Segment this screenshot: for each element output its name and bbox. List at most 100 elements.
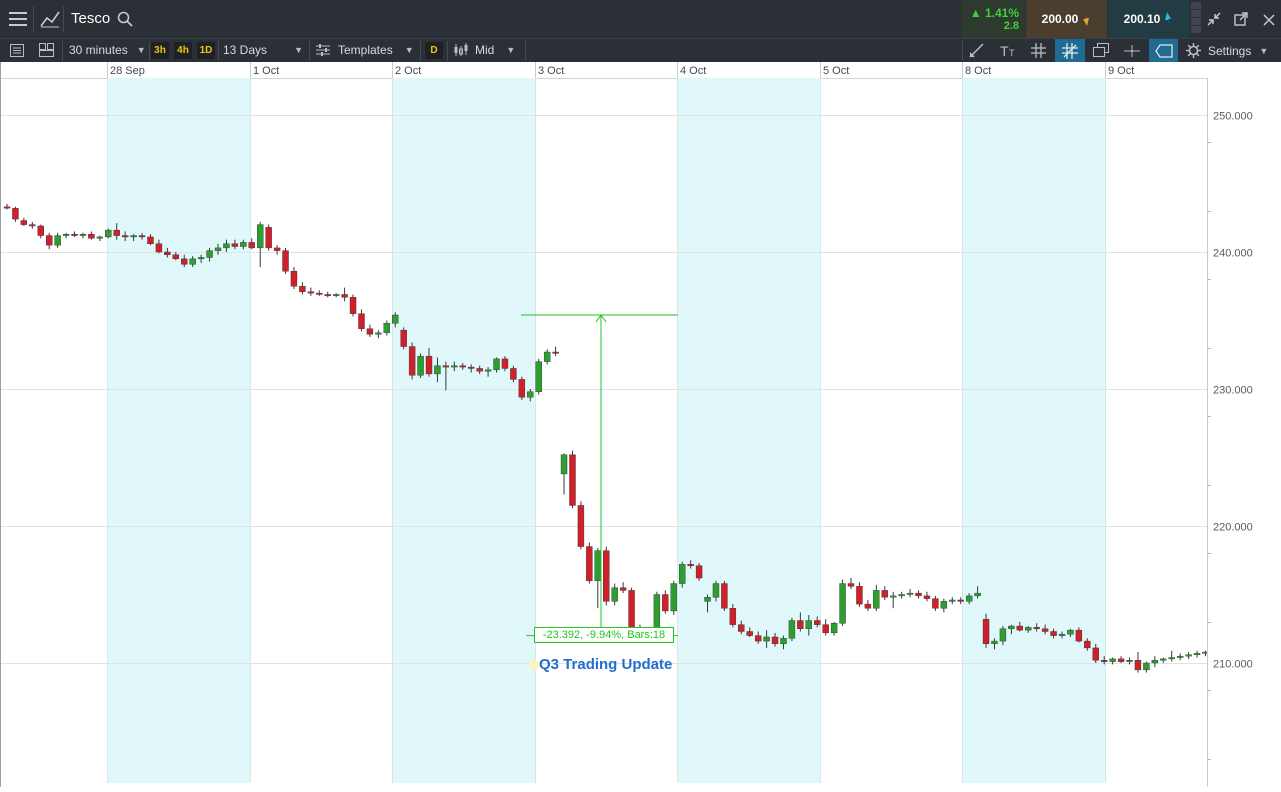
buy-button[interactable]: 200.10 bbox=[1108, 0, 1189, 38]
grid-icon[interactable] bbox=[1031, 43, 1046, 63]
interval-4h-button[interactable]: 4h bbox=[174, 42, 192, 59]
interval-dropdown[interactable]: 30 minutes ▼ bbox=[69, 43, 146, 57]
candle-body bbox=[577, 505, 585, 547]
price-chart[interactable]: 210.000 220.000 230.000 240.000 250.000 bbox=[0, 74, 1281, 787]
label-tag-button[interactable] bbox=[1149, 39, 1178, 63]
candle-body bbox=[1008, 625, 1015, 629]
d-button[interactable]: D bbox=[425, 42, 443, 59]
price-type-dropdown[interactable]: Mid ▼ bbox=[453, 43, 515, 57]
event-label[interactable]: Q3 Trading Update bbox=[539, 656, 672, 673]
event-marker-icon[interactable] bbox=[529, 660, 539, 670]
candle-body bbox=[130, 235, 137, 238]
candle-body bbox=[805, 620, 812, 629]
sell-button[interactable]: 200.00 bbox=[1026, 0, 1107, 38]
search-icon[interactable] bbox=[117, 11, 133, 32]
candle-body bbox=[1117, 658, 1125, 662]
divider bbox=[218, 41, 219, 61]
candle-body bbox=[197, 257, 205, 260]
chevron-down-icon: ▼ bbox=[506, 45, 516, 55]
chart-type-icon[interactable] bbox=[40, 10, 60, 33]
arrow-up-icon bbox=[1165, 12, 1172, 26]
divider bbox=[525, 41, 526, 61]
candle-body bbox=[1033, 627, 1040, 629]
settings-button[interactable]: Settings ▼ bbox=[1186, 43, 1268, 58]
candle-body bbox=[1109, 658, 1116, 662]
interval-label: 30 minutes bbox=[69, 43, 128, 57]
layers-icon[interactable] bbox=[1093, 43, 1109, 63]
interval-3h-button[interactable]: 3h bbox=[151, 42, 169, 59]
shaded-day-band bbox=[107, 78, 250, 783]
candle-body bbox=[1084, 640, 1091, 649]
candle-body bbox=[248, 242, 255, 249]
candle-body bbox=[679, 564, 686, 584]
candle-body bbox=[527, 391, 534, 398]
buy-price: 200.10 bbox=[1123, 12, 1161, 26]
candle-body bbox=[37, 225, 44, 236]
snap-grid-icon bbox=[1062, 43, 1078, 59]
measure-tool[interactable] bbox=[521, 314, 678, 637]
candle-body bbox=[46, 235, 53, 246]
instrument-name[interactable]: Tesco bbox=[71, 10, 110, 27]
range-dropdown[interactable]: 13 Days ▼ bbox=[223, 43, 305, 57]
divider bbox=[447, 41, 448, 61]
candle-body bbox=[383, 323, 390, 334]
candle-body bbox=[839, 583, 846, 624]
popout-icon[interactable] bbox=[1234, 12, 1248, 31]
close-icon[interactable] bbox=[1263, 13, 1275, 31]
candle-body bbox=[408, 346, 416, 376]
candle-body bbox=[29, 224, 36, 227]
minimize-icon[interactable] bbox=[1207, 12, 1221, 31]
candle-body bbox=[1041, 628, 1049, 632]
candle-body bbox=[113, 229, 120, 236]
candle-body bbox=[12, 207, 19, 220]
candle-body bbox=[746, 631, 753, 636]
chart-toolbar: 30 minutes ▼ 3h 4h 1D 13 Days ▼ Template… bbox=[0, 38, 1281, 63]
templates-dropdown[interactable]: Templates ▼ bbox=[316, 43, 414, 57]
change-percent: ▲ 1.41% bbox=[969, 6, 1019, 20]
hamburger-menu-icon[interactable] bbox=[9, 11, 27, 32]
svg-text:T: T bbox=[1009, 48, 1015, 58]
shaded-day-band bbox=[392, 78, 535, 783]
candle-body bbox=[366, 328, 374, 335]
chart-area[interactable]: 210.000 220.000 230.000 240.000 250.000 -23.… bbox=[0, 74, 1281, 787]
candle-body bbox=[1058, 634, 1066, 636]
candle-body bbox=[628, 590, 635, 631]
shaded-day-band bbox=[677, 78, 820, 783]
arrow-down-icon bbox=[1083, 12, 1090, 26]
candle-body bbox=[569, 454, 576, 506]
candle-body bbox=[147, 236, 154, 244]
sliders-icon bbox=[316, 44, 330, 56]
candle-body bbox=[797, 620, 804, 629]
candle-body bbox=[999, 628, 1007, 642]
day-shading bbox=[107, 78, 1105, 783]
candle-body bbox=[434, 365, 441, 375]
tag-icon bbox=[1155, 44, 1173, 58]
draw-line-icon[interactable] bbox=[969, 43, 985, 63]
price-tick-label: 250.000 bbox=[1213, 111, 1253, 123]
interval-1d-button[interactable]: 1D bbox=[197, 42, 215, 59]
candle-body bbox=[1185, 654, 1192, 657]
candle-body bbox=[763, 636, 770, 642]
candle-body bbox=[1160, 658, 1167, 661]
candle-body bbox=[965, 595, 973, 602]
measure-label[interactable]: -23.392, -9.94%, Bars:18 bbox=[534, 627, 674, 643]
price-tick-label: 240.000 bbox=[1213, 248, 1253, 260]
top-bar: Tesco ▲ 1.41% 2.8 200.00 200.10 bbox=[0, 0, 1281, 39]
candle-body bbox=[206, 250, 213, 258]
candle-body bbox=[754, 635, 762, 642]
candle-body bbox=[830, 623, 838, 634]
candle-body bbox=[332, 294, 340, 297]
text-size-icon[interactable]: TT bbox=[1000, 43, 1018, 63]
candle-body bbox=[214, 247, 222, 251]
crosshair-icon[interactable] bbox=[1124, 43, 1140, 63]
candle-body bbox=[957, 599, 964, 602]
snap-grid-button[interactable] bbox=[1055, 39, 1085, 63]
layout-icon[interactable] bbox=[39, 43, 54, 62]
chevron-down-icon: ▼ bbox=[136, 45, 146, 55]
candle-body bbox=[257, 224, 264, 249]
candle-body bbox=[1075, 629, 1083, 642]
candle-body bbox=[223, 243, 230, 249]
candle-body bbox=[780, 638, 787, 645]
list-icon[interactable] bbox=[10, 44, 24, 62]
candle-body bbox=[62, 233, 70, 236]
